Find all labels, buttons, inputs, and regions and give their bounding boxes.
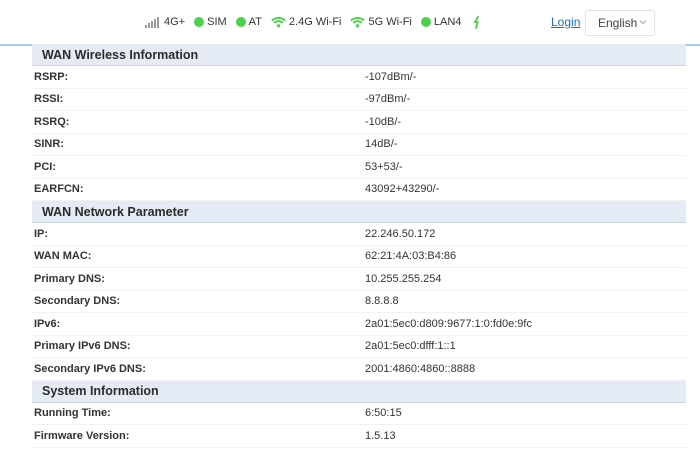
row-label: SINR: (34, 138, 64, 151)
status-sim: SIM (194, 16, 227, 28)
row-value: 53+53/- (365, 160, 403, 173)
info-panel: WAN Wireless Information RSRP: -107dBm/- … (32, 44, 686, 448)
status-wifi-24: 2.4G Wi-Fi (271, 16, 342, 28)
table-row: Secondary IPv6 DNS: 2001:4860:4860::8888 (32, 358, 686, 381)
table-row: IPv6: 2a01:5ec0:d809:9677:1:0:fd0e:9fc (32, 313, 686, 336)
language-select[interactable]: English (585, 10, 655, 36)
green-dot-icon (235, 17, 246, 27)
row-label: IPv6: (34, 317, 61, 330)
table-row: PCI: 53+53/- (32, 156, 686, 179)
status-sim-label: SIM (207, 16, 227, 28)
status-wifi-5: 5G Wi-Fi (350, 16, 412, 28)
row-value: 10.255.255.254 (365, 272, 442, 285)
row-value: 2a01:5ec0:dfff:1::1 (365, 340, 456, 353)
green-dot-icon (194, 17, 205, 27)
section-system-info: System Information (32, 380, 686, 403)
status-lan-label: LAN4 (433, 16, 462, 28)
wifi-icon (271, 16, 286, 28)
table-row: Running Time: 6:50:15 (32, 403, 686, 425)
green-dot-icon (420, 17, 431, 27)
signal-bars-icon (145, 16, 160, 28)
section-wan-network: WAN Network Parameter (32, 201, 686, 223)
top-bar: 4G+ SIM AT 2.4G Wi-Fi 5G Wi-Fi LAN4 Logi… (0, 0, 700, 46)
table-row: Primary DNS: 10.255.255.254 (32, 268, 686, 291)
row-label: RSRQ: (34, 115, 70, 128)
login-link[interactable]: Login (551, 15, 580, 29)
row-value: -107dBm/- (365, 70, 417, 83)
row-label: RSSI: (34, 93, 64, 106)
status-lan: LAN4 (420, 16, 462, 28)
row-label: Secondary IPv6 DNS: (34, 362, 146, 375)
row-label: Primary IPv6 DNS: (34, 340, 131, 353)
row-label: EARFCN: (34, 183, 84, 196)
row-value: 2a01:5ec0:d809:9677:1:0:fd0e:9fc (365, 317, 532, 330)
status-network-label: 4G+ (164, 16, 186, 28)
row-label: Firmware Version: (34, 429, 130, 442)
table-row: RSRQ: -10dB/- (32, 111, 686, 134)
table-row: SINR: 14dB/- (32, 134, 686, 156)
status-network: 4G+ (145, 16, 185, 28)
row-value: 1.5.13 (365, 429, 396, 442)
row-value: -10dB/- (365, 115, 402, 128)
status-wifi-5-label: 5G Wi-Fi (368, 16, 412, 28)
table-row: RSRP: -107dBm/- (32, 66, 686, 89)
row-label: Running Time: (34, 407, 111, 420)
section-wan-wireless: WAN Wireless Information (32, 44, 686, 66)
table-row: Secondary DNS: 8.8.8.8 (32, 291, 686, 313)
table-row: IP: 22.246.50.172 (32, 223, 686, 246)
status-at: AT (235, 16, 262, 28)
status-wifi-24-label: 2.4G Wi-Fi (288, 16, 342, 28)
status-indicators: 4G+ SIM AT 2.4G Wi-Fi 5G Wi-Fi LAN4 (145, 13, 482, 31)
plug-icon (473, 15, 480, 29)
row-value: 6:50:15 (365, 407, 402, 420)
wifi-icon (350, 16, 366, 28)
row-value: 22.246.50.172 (365, 227, 436, 240)
language-select-value: English (598, 16, 638, 30)
row-label: IP: (34, 227, 49, 240)
row-label: RSRP: (34, 70, 69, 83)
row-value: 43092+43290/- (365, 183, 440, 196)
row-value: 2001:4860:4860::8888 (365, 362, 476, 375)
row-label: PCI: (34, 160, 56, 173)
row-value: 8.8.8.8 (365, 295, 399, 308)
chevron-down-icon (639, 20, 647, 25)
table-row: RSSI: -97dBm/- (32, 89, 686, 111)
row-value: -97dBm/- (365, 93, 411, 106)
table-row: EARFCN: 43092+43290/- (32, 179, 686, 201)
row-label: WAN MAC: (34, 250, 92, 263)
row-label: Primary DNS: (34, 272, 105, 285)
table-row: Firmware Version: 1.5.13 (32, 425, 686, 448)
row-value: 14dB/- (365, 138, 398, 151)
row-value: 62:21:4A:03:B4:86 (365, 250, 457, 263)
table-row: WAN MAC: 62:21:4A:03:B4:86 (32, 246, 686, 268)
row-label: Secondary DNS: (34, 295, 121, 308)
table-row: Primary IPv6 DNS: 2a01:5ec0:dfff:1::1 (32, 336, 686, 358)
status-at-label: AT (248, 16, 262, 28)
